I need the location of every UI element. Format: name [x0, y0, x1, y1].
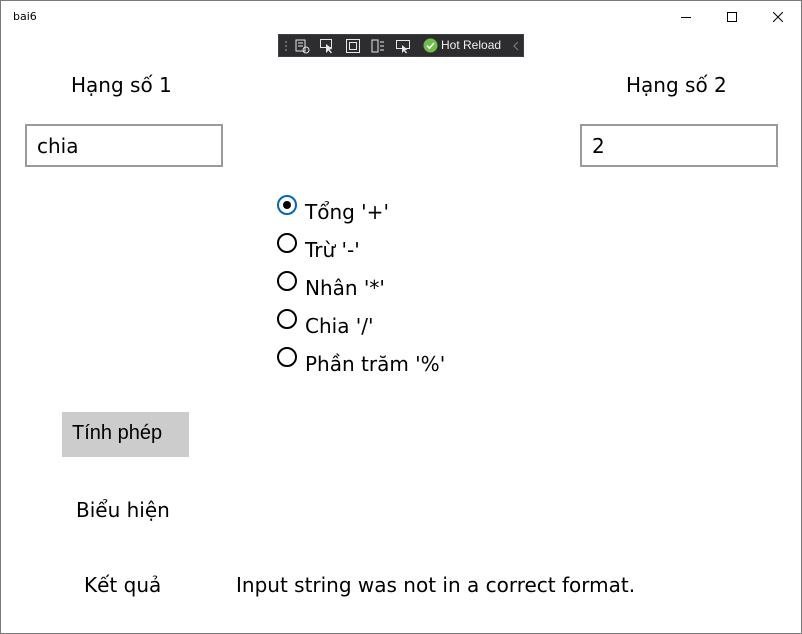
- radio-button-icon[interactable]: [277, 195, 297, 215]
- collapse-chevron-icon[interactable]: [512, 39, 520, 53]
- operand1-field[interactable]: [25, 124, 223, 167]
- maximize-icon: [727, 12, 737, 22]
- result-value: Input string was not in a correct format…: [236, 573, 636, 597]
- radio-divide-label: Chia '/': [305, 314, 374, 338]
- minimize-icon: [681, 17, 691, 18]
- close-button[interactable]: [755, 1, 801, 33]
- radio-subtract-label: Trừ '-': [305, 238, 360, 262]
- close-icon: [773, 12, 783, 22]
- radio-sum-label: Tổng '+': [305, 200, 389, 224]
- radio-button-icon[interactable]: [277, 309, 297, 329]
- layout-adorners-icon[interactable]: [345, 38, 361, 54]
- radio-button-icon[interactable]: [277, 347, 297, 367]
- app-window: bai6 Hot Reload Hạng số 1 Hạng số 2 chia…: [0, 0, 802, 634]
- operand2-label: Hạng số 2: [626, 73, 727, 97]
- window-title: bai6: [13, 10, 37, 23]
- radio-sum[interactable]: Tổng '+': [277, 195, 497, 225]
- radio-button-icon[interactable]: [277, 233, 297, 253]
- radio-subtract[interactable]: Trừ '-': [277, 233, 497, 263]
- radio-multiply[interactable]: Nhân '*': [277, 271, 497, 301]
- radio-dot-icon: [283, 201, 291, 209]
- compute-button-label: Tính phép: [72, 422, 163, 444]
- display-element-icon[interactable]: [395, 38, 411, 54]
- operand1-input[interactable]: [37, 134, 217, 158]
- hot-reload-toolbar: Hot Reload: [278, 34, 524, 57]
- select-element-icon[interactable]: [319, 38, 335, 54]
- compute-button[interactable]: Tính phép: [62, 412, 189, 457]
- radio-divide[interactable]: Chia '/': [277, 309, 497, 339]
- radio-multiply-label: Nhân '*': [305, 276, 385, 300]
- hot-reload-check-icon: [423, 38, 438, 53]
- radio-button-icon[interactable]: [277, 271, 297, 291]
- hot-reload-label[interactable]: Hot Reload: [441, 38, 501, 52]
- radio-percent-label: Phần trăm '%': [305, 352, 446, 376]
- radio-percent[interactable]: Phần trăm '%': [277, 347, 497, 377]
- operand2-field[interactable]: [580, 124, 778, 167]
- operand1-label: Hạng số 1: [71, 73, 172, 97]
- result-label: Kết quả: [84, 573, 162, 597]
- expression-label: Biểu hiện: [76, 498, 170, 522]
- track-focus-icon[interactable]: [370, 38, 386, 54]
- title-bar[interactable]: bai6: [1, 1, 801, 33]
- maximize-button[interactable]: [709, 1, 755, 33]
- toolbar-grip-icon[interactable]: [284, 40, 288, 52]
- live-visual-tree-icon[interactable]: [294, 38, 310, 54]
- operand2-input[interactable]: [592, 134, 772, 158]
- minimize-button[interactable]: [663, 1, 709, 33]
